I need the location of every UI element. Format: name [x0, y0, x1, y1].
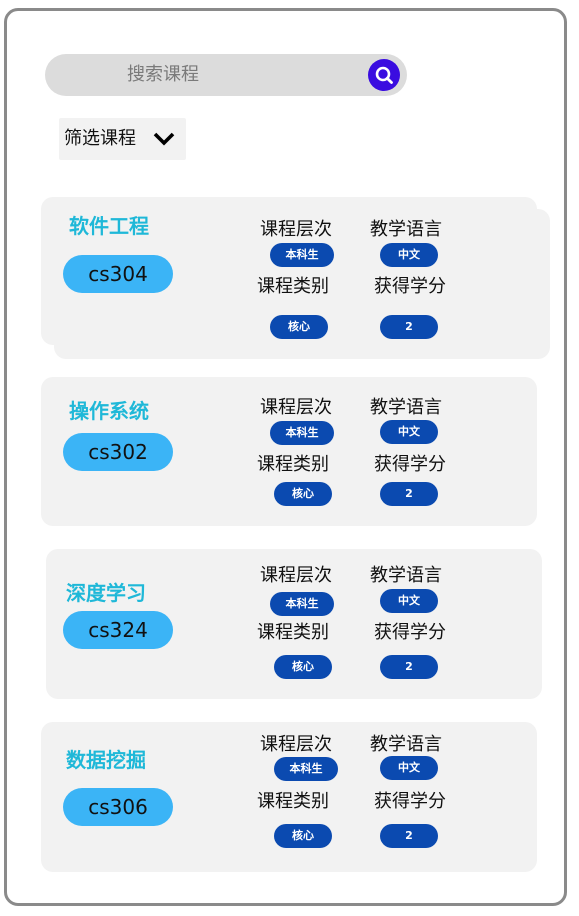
course-card[interactable]: 深度学习 cs324 课程层次 教学语言 本科生 中文 课程类别 获得学分 核心…: [46, 549, 542, 699]
course-name: 数据挖掘: [66, 748, 146, 772]
level-badge: 本科生: [274, 757, 338, 781]
language-label: 教学语言: [370, 397, 442, 418]
credits-badge: 2: [380, 824, 438, 848]
level-label: 课程层次: [260, 734, 332, 755]
credits-label: 获得学分: [374, 622, 446, 643]
course-name: 深度学习: [66, 581, 146, 605]
course-code: cs304: [63, 255, 173, 293]
filter-dropdown[interactable]: 筛选课程: [59, 118, 186, 160]
chevron-down-icon: [153, 132, 175, 146]
level-label: 课程层次: [260, 397, 332, 418]
course-code: cs306: [63, 788, 173, 826]
course-name: 软件工程: [69, 214, 149, 238]
course-code: cs324: [63, 611, 173, 649]
credits-badge: 2: [380, 482, 438, 506]
credits-label: 获得学分: [374, 276, 446, 297]
course-code: cs302: [63, 433, 173, 471]
search-icon: [375, 66, 393, 84]
credits-badge: 2: [380, 315, 438, 339]
language-label: 教学语言: [370, 565, 442, 586]
category-badge: 核心: [274, 655, 332, 679]
course-name: 操作系统: [69, 399, 149, 423]
credits-label: 获得学分: [374, 454, 446, 475]
level-label: 课程层次: [260, 565, 332, 586]
search-placeholder[interactable]: 搜索课程: [127, 54, 199, 96]
category-label: 课程类别: [257, 276, 329, 297]
credits-badge: 2: [380, 655, 438, 679]
category-badge: 核心: [274, 824, 332, 848]
category-badge: 核心: [270, 315, 328, 339]
language-label: 教学语言: [370, 734, 442, 755]
credits-label: 获得学分: [374, 791, 446, 812]
category-label: 课程类别: [257, 454, 329, 475]
course-card[interactable]: 操作系统 cs302 课程层次 教学语言 本科生 中文 课程类别 获得学分 核心…: [41, 377, 537, 526]
category-label: 课程类别: [257, 622, 329, 643]
search-bar[interactable]: 搜索课程: [45, 54, 407, 96]
level-badge: 本科生: [270, 592, 334, 616]
course-card[interactable]: 软件工程 cs304 课程层次 教学语言 本科生 中文 课程类别 获得学分 核心…: [41, 197, 537, 345]
category-label: 课程类别: [257, 791, 329, 812]
filter-label: 筛选课程: [64, 128, 136, 149]
search-button[interactable]: [368, 59, 400, 91]
level-badge: 本科生: [270, 243, 334, 267]
language-badge: 中文: [380, 589, 438, 613]
level-label: 课程层次: [260, 219, 332, 240]
level-badge: 本科生: [270, 421, 334, 445]
course-card[interactable]: 数据挖掘 cs306 课程层次 教学语言 本科生 中文 课程类别 获得学分 核心…: [41, 722, 537, 872]
language-badge: 中文: [380, 756, 438, 780]
language-badge: 中文: [380, 243, 438, 267]
language-badge: 中文: [380, 420, 438, 444]
category-badge: 核心: [274, 482, 332, 506]
language-label: 教学语言: [370, 219, 442, 240]
